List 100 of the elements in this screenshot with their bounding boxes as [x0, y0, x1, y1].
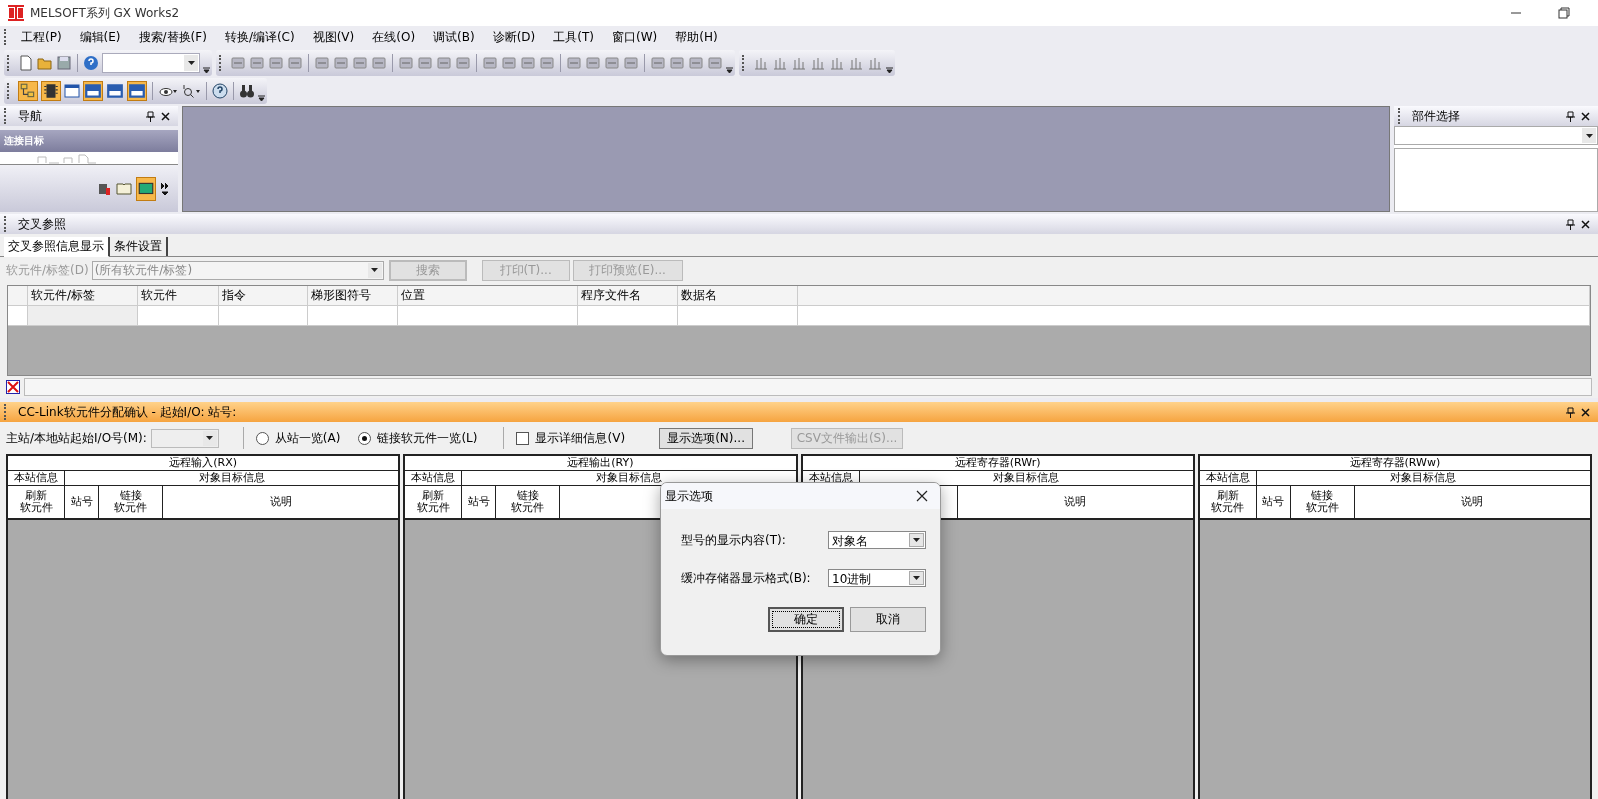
close-icon[interactable]	[916, 490, 928, 502]
probe-icon[interactable]	[181, 83, 201, 99]
menu-item[interactable]: 在线(O)	[363, 26, 425, 48]
tool-icon[interactable]	[623, 55, 639, 71]
open-folder-icon[interactable]	[37, 55, 53, 71]
tool-icon[interactable]	[688, 55, 704, 71]
column-header[interactable]: 说明	[1064, 496, 1087, 508]
column-header[interactable]: 链接软元件	[1305, 490, 1339, 514]
tool-icon[interactable]	[314, 55, 330, 71]
binoculars-icon[interactable]	[239, 83, 255, 99]
overflow-icon[interactable]	[203, 64, 210, 74]
column-header[interactable]: 说明	[1461, 496, 1484, 508]
dialog-button[interactable]: 取消	[850, 607, 926, 632]
dialog-button[interactable]: 确定	[768, 607, 844, 632]
tool-icon[interactable]	[772, 55, 788, 71]
chevron-icon[interactable]	[160, 181, 170, 196]
tool-icon[interactable]	[539, 55, 555, 71]
column-header[interactable]: 位置	[398, 286, 578, 305]
column-header[interactable]: 数据名	[678, 286, 798, 305]
device-icon[interactable]	[127, 81, 147, 101]
tool-icon[interactable]	[501, 55, 517, 71]
error-icon[interactable]	[6, 380, 20, 394]
dropdown-arrow-icon[interactable]	[1585, 133, 1593, 138]
close-icon[interactable]	[1581, 111, 1590, 121]
overflow-icon[interactable]	[886, 64, 893, 74]
dropdown-arrow-icon[interactable]	[913, 576, 920, 580]
column-header[interactable]: 指令	[219, 286, 308, 305]
radio-button[interactable]: 链接软元件一览(L)	[358, 429, 478, 447]
menu-item[interactable]: 转换/编译(C)	[215, 26, 304, 48]
pin-icon[interactable]	[1566, 218, 1575, 230]
status-field[interactable]	[24, 378, 1592, 396]
tool-icon[interactable]	[230, 55, 246, 71]
column-header[interactable]: 站号	[70, 496, 93, 508]
dropdown-arrow-icon[interactable]	[913, 538, 920, 542]
column-header[interactable]: 梯形图符号	[308, 286, 398, 305]
tool-icon[interactable]	[436, 55, 452, 71]
tab[interactable]: 交叉参照信息显示	[4, 237, 110, 257]
menu-item[interactable]: 工具(T)	[544, 26, 603, 48]
help-icon[interactable]	[83, 55, 99, 71]
tool-icon[interactable]	[848, 55, 864, 71]
tool-icon[interactable]	[482, 55, 498, 71]
menu-item[interactable]: 编辑(E)	[70, 26, 130, 48]
close-icon[interactable]	[1581, 407, 1590, 417]
tool-icon[interactable]	[352, 55, 368, 71]
column-header[interactable]: 站号	[467, 496, 490, 508]
radio-button[interactable]: 从站一览(A)	[255, 429, 341, 447]
column-header[interactable]: 软元件/标签	[28, 286, 138, 305]
toolbar-button[interactable]: 显示选项(N)...	[659, 427, 754, 449]
tool-icon[interactable]	[398, 55, 414, 71]
window-icon[interactable]	[64, 83, 80, 99]
menu-item[interactable]: 工程(P)	[12, 26, 71, 48]
start-io-dropdown[interactable]	[150, 428, 219, 448]
chip-icon[interactable]	[41, 81, 61, 101]
help-icon[interactable]	[212, 83, 228, 99]
tool-icon[interactable]	[650, 55, 666, 71]
monitor-icon[interactable]	[136, 176, 156, 201]
option-dropdown[interactable]: 10进制	[828, 569, 926, 587]
close-icon[interactable]	[161, 111, 170, 121]
column-header[interactable]: 程序文件名	[578, 286, 678, 305]
save-icon[interactable]	[56, 55, 72, 71]
menu-item[interactable]: 视图(V)	[303, 26, 364, 48]
tool-icon[interactable]	[249, 55, 265, 71]
tool-icon[interactable]	[604, 55, 620, 71]
menu-item[interactable]: 帮助(H)	[666, 26, 727, 48]
column-header[interactable]: 刷新软元件	[416, 490, 450, 514]
tool-icon[interactable]	[520, 55, 536, 71]
pin-icon[interactable]	[1566, 406, 1575, 418]
parts-list[interactable]	[1394, 148, 1598, 212]
column-header[interactable]: 站号	[1262, 496, 1285, 508]
checkbox[interactable]: 显示详细信息(V)	[516, 429, 626, 447]
overflow-icon[interactable]	[726, 64, 733, 74]
column-header[interactable]: 链接软元件	[114, 490, 147, 514]
tool-icon[interactable]	[829, 55, 845, 71]
menu-item[interactable]: 调试(B)	[424, 26, 484, 48]
device-icon[interactable]	[106, 82, 124, 100]
column-header[interactable]: 刷新软元件	[19, 490, 53, 514]
option-dropdown[interactable]: 对象名	[828, 531, 926, 549]
tool-icon[interactable]	[669, 55, 685, 71]
table-row[interactable]	[8, 306, 1590, 326]
close-icon[interactable]	[1581, 219, 1590, 229]
menu-item[interactable]: 诊断(D)	[483, 26, 545, 48]
tool-icon[interactable]	[287, 55, 303, 71]
menu-item[interactable]: 搜索/替换(F)	[129, 26, 216, 48]
tool-icon[interactable]	[791, 55, 807, 71]
overflow-icon[interactable]	[258, 92, 265, 102]
new-file-icon[interactable]	[18, 55, 34, 71]
restore-icon[interactable]	[1558, 7, 1570, 19]
tree-icon[interactable]	[18, 81, 38, 101]
dropdown-arrow-icon[interactable]	[206, 436, 214, 440]
column-header[interactable]: 说明	[269, 496, 292, 508]
tool-icon[interactable]	[753, 55, 769, 71]
tool-icon[interactable]	[333, 55, 349, 71]
tool-icon[interactable]	[455, 55, 471, 71]
menu-item[interactable]: 窗口(W)	[603, 26, 667, 48]
tool-icon[interactable]	[566, 55, 582, 71]
tool-icon[interactable]	[585, 55, 601, 71]
pin-icon[interactable]	[146, 110, 155, 122]
device-icon[interactable]	[83, 81, 103, 101]
dropdown-arrow-icon[interactable]	[187, 61, 195, 65]
column-header[interactable]: 链接软元件	[511, 490, 545, 514]
